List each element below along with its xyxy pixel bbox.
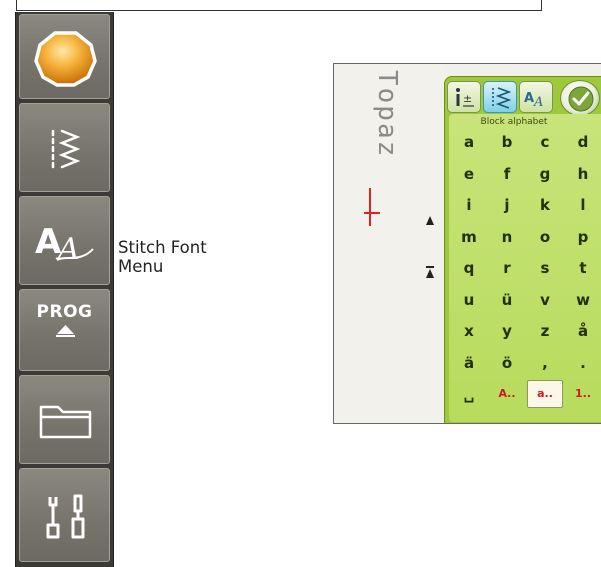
top-frame — [16, 0, 542, 11]
device-screen: Topaz ± A A Block alphabet a b c d e f g… — [333, 63, 601, 424]
scroll-top-arrow-icon[interactable] — [426, 266, 434, 278]
character-key[interactable]: d — [565, 128, 601, 156]
character-key[interactable]: u — [451, 286, 487, 314]
sewing-field[interactable]: Topaz — [334, 64, 444, 423]
settings-button[interactable] — [19, 468, 110, 562]
svg-text:A: A — [55, 232, 80, 267]
stitch-font-menu-button[interactable]: A A — [19, 196, 110, 285]
character-key[interactable]: , — [527, 349, 563, 377]
character-key[interactable]: y — [489, 317, 525, 345]
stitch-menu-icon — [51, 129, 81, 169]
folder-icon — [39, 405, 92, 439]
info-plus-minus-icon: ± — [456, 88, 474, 107]
character-key[interactable]: v — [527, 286, 563, 314]
program-button[interactable]: PROG — [19, 289, 110, 371]
file-manager-button[interactable] — [19, 375, 110, 464]
character-key[interactable]: 1.. — [565, 380, 601, 408]
character-key[interactable]: m — [451, 223, 487, 251]
stitch-font-icon: A A — [524, 91, 543, 110]
character-key[interactable]: a.. — [527, 380, 563, 408]
scroll-up-arrow-icon[interactable] — [426, 216, 434, 225]
character-key[interactable]: f — [489, 160, 525, 188]
character-key[interactable]: ␣ — [451, 380, 487, 408]
character-key[interactable]: i — [451, 191, 487, 219]
text-cursor — [369, 188, 371, 226]
start-menu-button[interactable] — [19, 14, 110, 99]
ok-button[interactable] — [560, 80, 600, 116]
toolbar: A A PROG — [15, 12, 114, 567]
checkmark-icon — [568, 86, 594, 112]
character-key[interactable]: ü — [489, 286, 525, 314]
character-key[interactable]: z — [527, 317, 563, 345]
character-key[interactable]: b — [489, 128, 525, 156]
character-key[interactable]: c — [527, 128, 563, 156]
character-key[interactable]: q — [451, 254, 487, 282]
cursor-marker — [364, 212, 380, 214]
font-panel: ± A A Block alphabet a b c d e f g h i j… — [444, 76, 601, 423]
character-key[interactable]: s — [527, 254, 563, 282]
sewing-text: Topaz — [372, 70, 402, 159]
callout-line-2: Menu — [118, 257, 164, 276]
character-key[interactable]: o — [527, 223, 563, 251]
character-key[interactable]: e — [451, 160, 487, 188]
character-key[interactable]: g — [527, 160, 563, 188]
character-key[interactable]: n — [489, 223, 525, 251]
character-key[interactable]: p — [565, 223, 601, 251]
character-key[interactable]: l — [565, 191, 601, 219]
character-key[interactable]: w — [565, 286, 601, 314]
character-key[interactable]: å — [565, 317, 601, 345]
svg-text:A: A — [524, 91, 534, 106]
stitch-font-menu-icon: A A — [35, 222, 94, 267]
character-key[interactable]: x — [451, 317, 487, 345]
tab-stitch-menu[interactable] — [483, 81, 517, 113]
svg-text:A: A — [533, 95, 543, 110]
stitch-menu-button[interactable] — [19, 103, 110, 192]
start-menu-icon — [34, 31, 97, 87]
character-key[interactable]: a — [451, 128, 487, 156]
tab-stitch-info[interactable]: ± — [447, 81, 481, 113]
character-key[interactable]: r — [489, 254, 525, 282]
program-icon — [56, 325, 75, 337]
character-key[interactable]: ä — [451, 349, 487, 377]
character-key[interactable]: . — [565, 349, 601, 377]
callout-line-1: Stitch Font — [118, 238, 207, 257]
character-key[interactable]: ö — [489, 349, 525, 377]
font-title: Block alphabet — [480, 117, 548, 127]
tools-icon — [46, 494, 85, 539]
tab-stitch-font[interactable]: A A — [519, 81, 553, 113]
character-key[interactable]: j — [489, 191, 525, 219]
character-key[interactable]: t — [565, 254, 601, 282]
character-key[interactable]: A.. — [489, 380, 525, 408]
character-key[interactable]: k — [527, 191, 563, 219]
stitch-menu-icon — [492, 87, 512, 109]
character-key[interactable]: h — [565, 160, 601, 188]
svg-text:±: ± — [463, 92, 472, 105]
callout-label: Stitch Font Menu — [118, 238, 207, 276]
character-grid: Block alphabet abcd efgh ijkl mnop qrst uüvw x… — [449, 114, 601, 422]
